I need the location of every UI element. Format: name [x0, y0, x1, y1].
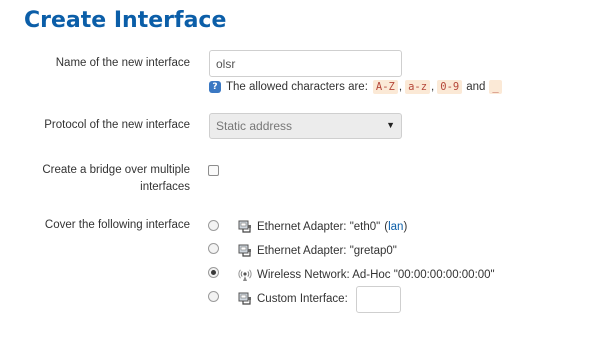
- dropdown-caret-icon: ▼: [386, 120, 395, 130]
- page-title: Create Interface: [24, 8, 227, 33]
- bridge-label-line1: Create a bridge over multiple: [42, 164, 190, 176]
- allowed-underscore: _: [489, 80, 502, 94]
- bridge-checkbox[interactable]: [208, 165, 219, 176]
- cover-label: Cover the following interface: [44, 219, 190, 231]
- wireless-icon: [238, 269, 252, 281]
- hint-comma: ,: [431, 81, 435, 93]
- allowed-digits: 0-9: [437, 80, 463, 94]
- protocol-label: Protocol of the new interface: [44, 119, 190, 131]
- bridge-label-line2: interfaces: [140, 181, 190, 193]
- cover-radio-wireless[interactable]: [208, 267, 219, 278]
- cover-option-custom[interactable]: Custom Interface:: [238, 291, 348, 307]
- cover-option-gretap0[interactable]: Ethernet Adapter: "gretap0": [238, 243, 397, 259]
- hint-prefix: The allowed characters are:: [226, 81, 368, 93]
- option-label: Custom Interface:: [257, 293, 348, 305]
- ethernet-icon: [238, 292, 251, 305]
- allowed-lowercase: a-z: [405, 80, 431, 94]
- cover-radio-eth0[interactable]: [208, 220, 219, 231]
- help-icon: ?: [209, 81, 221, 93]
- protocol-selected-value: Static address: [216, 119, 293, 133]
- bridge-label: Create a bridge over multiple interfaces: [42, 162, 190, 196]
- hint-and: and: [466, 81, 486, 93]
- cover-radio-custom[interactable]: [208, 291, 219, 302]
- cover-option-eth0[interactable]: Ethernet Adapter: "eth0" ( lan ): [238, 219, 407, 235]
- link-close-paren: ): [403, 221, 408, 233]
- interface-name-input[interactable]: [209, 50, 402, 77]
- allowed-characters-hint: ? The allowed characters are: A-Z , a-z …: [209, 79, 502, 95]
- lan-link[interactable]: lan: [388, 221, 403, 233]
- custom-interface-input[interactable]: [356, 286, 401, 313]
- cover-option-wireless[interactable]: Wireless Network: Ad-Hoc "00:00:00:00:00…: [238, 267, 495, 283]
- hint-comma: ,: [398, 81, 403, 93]
- ethernet-icon: [238, 244, 251, 257]
- ethernet-icon: [238, 220, 251, 233]
- allowed-uppercase: A-Z: [372, 80, 398, 94]
- protocol-select[interactable]: Static address ▼: [209, 113, 402, 139]
- option-label: Ethernet Adapter: "gretap0": [257, 245, 397, 257]
- option-label: Wireless Network: Ad-Hoc "00:00:00:00:00…: [257, 269, 495, 281]
- option-label: Ethernet Adapter: "eth0": [257, 221, 381, 233]
- cover-radio-gretap0[interactable]: [208, 243, 219, 254]
- name-label: Name of the new interface: [55, 57, 190, 69]
